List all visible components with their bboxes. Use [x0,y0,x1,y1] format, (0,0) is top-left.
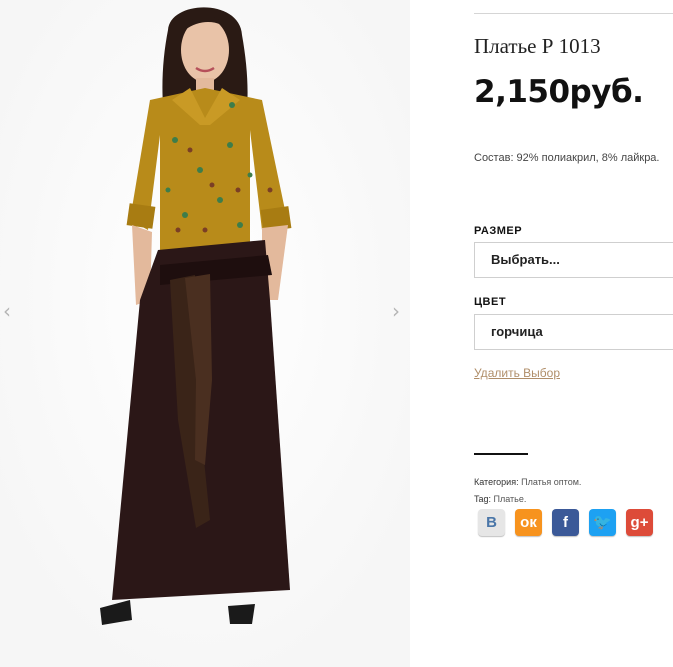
product-composition: Состав: 92% полиакрил, 8% лайкра. [474,152,660,164]
product-title: Платье Р 1013 [474,34,601,58]
category-line: Категория: Платья оптом. [474,477,581,487]
color-select[interactable]: горчица [474,314,673,350]
product-gallery: ‹ › [0,0,410,667]
size-label: РАЗМЕР [474,225,523,237]
gallery-next-arrow[interactable]: › [389,300,403,322]
twitter-glyph: 🐦 [593,514,612,531]
odnoklassniki-icon[interactable]: ок [515,509,542,536]
odnoklassniki-glyph: ок [520,514,537,531]
category-prefix: Категория: [474,477,519,487]
twitter-icon[interactable]: 🐦 [589,509,616,536]
divider [474,453,528,455]
category-link[interactable]: Платья оптом. [521,477,581,487]
gallery-prev-arrow[interactable]: ‹ [0,300,14,322]
vkontakte-glyph: В [486,514,497,531]
facebook-glyph: f [563,514,568,531]
product-price: 2,150руб. [474,74,644,110]
social-share-bar: Вок f 🐦 g+ [478,509,663,537]
google-plus-glyph: g+ [630,514,649,531]
size-select[interactable]: Выбрать... [474,242,673,278]
tag-link[interactable]: Платье. [494,494,527,504]
facebook-icon[interactable]: f [552,509,579,536]
product-photo [0,0,410,667]
google-plus-icon[interactable]: g+ [626,509,653,536]
product-info: Платье Р 1013 2,150руб. Состав: 92% поли… [474,0,673,667]
reset-selection-link[interactable]: Удалить Выбор [474,366,560,380]
color-label: ЦВЕТ [474,296,507,308]
tag-line: Tag: Платье. [474,494,526,504]
vkontakte-icon[interactable]: В [478,509,505,536]
divider [474,13,673,14]
tag-prefix: Tag: [474,494,492,504]
